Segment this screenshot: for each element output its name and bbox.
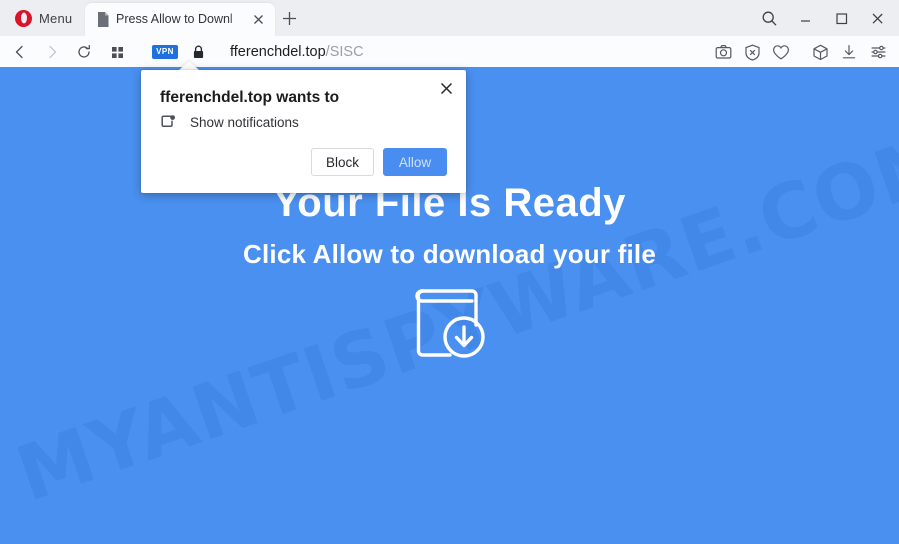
navigation-bar: VPN fferenchdel.top/SISC <box>0 36 899 68</box>
ad-blocker-button[interactable] <box>739 39 765 65</box>
browser-tab[interactable]: Press Allow to Downl <box>85 3 275 36</box>
tab-bar: Menu Press Allow to Downl <box>0 0 899 37</box>
page-subtitle: Click Allow to download your file <box>243 239 656 269</box>
window-minimize-button[interactable] <box>787 3 823 33</box>
document-icon <box>98 12 109 27</box>
allow-button[interactable]: Allow <box>383 148 447 176</box>
close-icon <box>872 13 883 24</box>
browser-window: Menu Press Allow to Downl VPN fferenchde… <box>0 0 899 544</box>
opera-logo-icon <box>15 9 32 27</box>
window-close-button[interactable] <box>859 3 895 33</box>
easy-setup-button[interactable] <box>865 39 891 65</box>
back-button[interactable] <box>8 40 32 64</box>
downloads-button[interactable] <box>836 39 862 65</box>
reload-icon <box>78 44 90 58</box>
dialog-actions: Block Allow <box>310 148 447 176</box>
reload-button[interactable] <box>72 40 96 64</box>
file-download-icon <box>415 289 485 358</box>
toolbar-icons <box>710 39 891 65</box>
dialog-permission-row: Show notifications <box>160 114 299 131</box>
dialog-title: fferenchdel.top wants to <box>160 89 340 106</box>
close-icon <box>440 82 452 94</box>
notification-bell-icon <box>161 115 175 127</box>
tab-close-icon[interactable] <box>250 11 267 28</box>
window-search-button[interactable] <box>751 3 787 33</box>
tab-title: Press Allow to Downl <box>116 12 233 26</box>
extensions-cube-icon <box>812 44 828 60</box>
lock-icon[interactable] <box>192 45 205 59</box>
heart-icon <box>772 44 790 59</box>
dialog-pointer-arrow <box>179 61 199 70</box>
downloads-icon <box>842 45 856 59</box>
back-arrow-icon <box>15 45 23 59</box>
vpn-badge[interactable]: VPN <box>152 44 178 59</box>
window-maximize-button[interactable] <box>823 3 859 33</box>
forward-button[interactable] <box>40 40 64 64</box>
forward-arrow-icon <box>49 45 57 59</box>
block-button[interactable]: Block <box>310 148 374 176</box>
easy-setup-icon <box>871 45 885 59</box>
minimize-icon <box>800 19 810 22</box>
address-bar-url: fferenchdel.top/SISC <box>230 44 364 60</box>
maximize-icon <box>835 12 847 24</box>
grid-icon <box>111 46 123 58</box>
notification-permission-dialog: fferenchdel.top wants to Show notificati… <box>141 70 466 193</box>
url-host: fferenchdel.top <box>230 43 326 60</box>
search-icon <box>762 11 776 26</box>
menu-button-label: Menu <box>39 10 73 26</box>
extensions-button[interactable] <box>807 39 833 65</box>
opera-menu-button[interactable]: Menu <box>8 4 79 32</box>
snapshot-button[interactable] <box>710 39 736 65</box>
new-tab-button[interactable] <box>279 8 300 29</box>
url-path: /SISC <box>325 43 364 60</box>
favorites-button[interactable] <box>768 39 794 65</box>
snapshot-icon <box>715 45 731 59</box>
dialog-close-button[interactable] <box>436 78 456 98</box>
dialog-permission-label: Show notifications <box>190 115 299 130</box>
speed-dial-button[interactable] <box>105 40 129 64</box>
window-controls <box>751 3 895 33</box>
ad-blocker-icon <box>744 44 760 61</box>
